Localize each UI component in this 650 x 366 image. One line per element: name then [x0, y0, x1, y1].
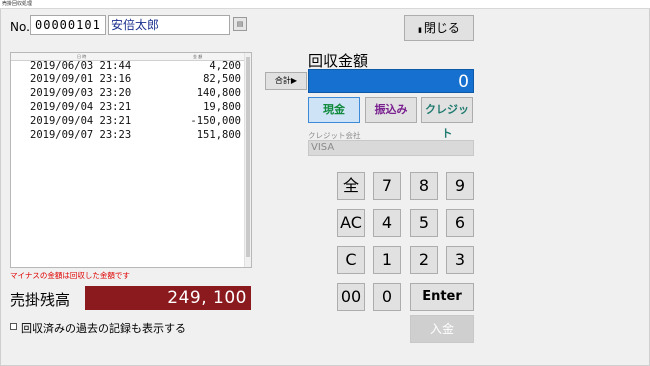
key-7[interactable]: 7 — [373, 172, 401, 200]
checkbox-label: 回収済みの過去の記録も表示する — [21, 322, 186, 335]
row-amount: 4,200 — [209, 60, 241, 72]
customer-lookup-button[interactable]: ▤ — [233, 17, 247, 31]
table-row[interactable]: 2019/09/04 23:21 19,800 — [11, 101, 247, 114]
key-1[interactable]: 1 — [373, 246, 401, 274]
row-amount: -150,000 — [190, 115, 241, 127]
row-amount: 151,800 — [196, 129, 241, 141]
customer-no-label: No. — [10, 20, 30, 34]
row-datetime: 2019/09/01 23:16 — [30, 73, 132, 85]
key-ac[interactable]: AC — [337, 209, 365, 237]
key-5[interactable]: 5 — [410, 209, 438, 237]
table-row[interactable]: 2019/09/04 23:21 -150,000 — [11, 115, 247, 128]
key-enter[interactable]: Enter — [410, 283, 474, 311]
key-8[interactable]: 8 — [410, 172, 438, 200]
close-button-label: 閉じる — [423, 21, 460, 35]
credit-button[interactable]: クレジット — [421, 97, 473, 140]
table-row[interactable]: 2019/09/07 23:23 151,800 — [11, 129, 247, 142]
credit-company-field: VISA — [308, 140, 474, 156]
close-button[interactable]: ▮ 閉じる — [404, 15, 474, 41]
balance-value: 249, 100 — [85, 286, 251, 310]
key-all[interactable]: 全 — [337, 172, 365, 200]
list-scrollbar[interactable] — [244, 53, 251, 267]
key-c[interactable]: C — [337, 246, 365, 274]
transaction-list[interactable]: 日 時 金 額 2019/06/03 21:44 4,200 2019/09/0… — [10, 52, 252, 268]
row-amount: 140,800 — [196, 87, 241, 99]
row-amount: 82,500 — [203, 73, 241, 85]
lookup-icon: ▤ — [236, 20, 244, 28]
key-2[interactable]: 2 — [410, 246, 438, 274]
key-3[interactable]: 3 — [446, 246, 474, 274]
row-datetime: 2019/09/03 23:20 — [30, 87, 132, 99]
header-amount: 金 額 — [193, 54, 203, 59]
checkbox-box[interactable] — [10, 323, 17, 330]
table-row[interactable]: 2019/06/03 21:44 4,200 — [11, 60, 247, 73]
total-button[interactable]: 合計▶ — [265, 72, 307, 90]
table-row[interactable]: 2019/09/01 23:16 82,500 — [11, 73, 247, 86]
negative-amount-note: マイナスの金額は回収した金額です — [10, 271, 130, 280]
customer-name-field[interactable]: 安倍太郎 — [108, 15, 230, 35]
transfer-button[interactable]: 振込み — [365, 97, 417, 123]
collect-amount-field[interactable]: 0 — [308, 69, 474, 93]
row-datetime: 2019/09/07 23:23 — [30, 129, 132, 141]
show-past-records-checkbox[interactable]: 回収済みの過去の記録も表示する — [10, 320, 186, 336]
row-datetime: 2019/06/03 21:44 — [30, 60, 132, 72]
row-datetime: 2019/09/04 23:21 — [30, 101, 132, 113]
close-door-icon: ▮ — [418, 26, 422, 34]
cash-button[interactable]: 現金 — [308, 97, 360, 123]
balance-label: 売掛残高 — [10, 291, 71, 309]
key-9[interactable]: 9 — [446, 172, 474, 200]
collect-amount-title: 回収金額 — [308, 52, 369, 70]
customer-number-field[interactable]: 00000101 — [30, 15, 106, 35]
window-title: 売掛回収処理 — [0, 0, 650, 9]
scrollbar-thumb[interactable] — [246, 57, 250, 257]
key-0[interactable]: 0 — [373, 283, 401, 311]
key-4[interactable]: 4 — [373, 209, 401, 237]
window-border-left — [0, 0, 1, 366]
table-row[interactable]: 2019/09/03 23:20 140,800 — [11, 87, 247, 100]
row-amount: 19,800 — [203, 101, 241, 113]
key-6[interactable]: 6 — [446, 209, 474, 237]
deposit-button[interactable]: 入金 — [410, 315, 474, 343]
key-00[interactable]: 00 — [337, 283, 365, 311]
row-datetime: 2019/09/04 23:21 — [30, 115, 132, 127]
header-date: 日 時 — [77, 54, 87, 59]
